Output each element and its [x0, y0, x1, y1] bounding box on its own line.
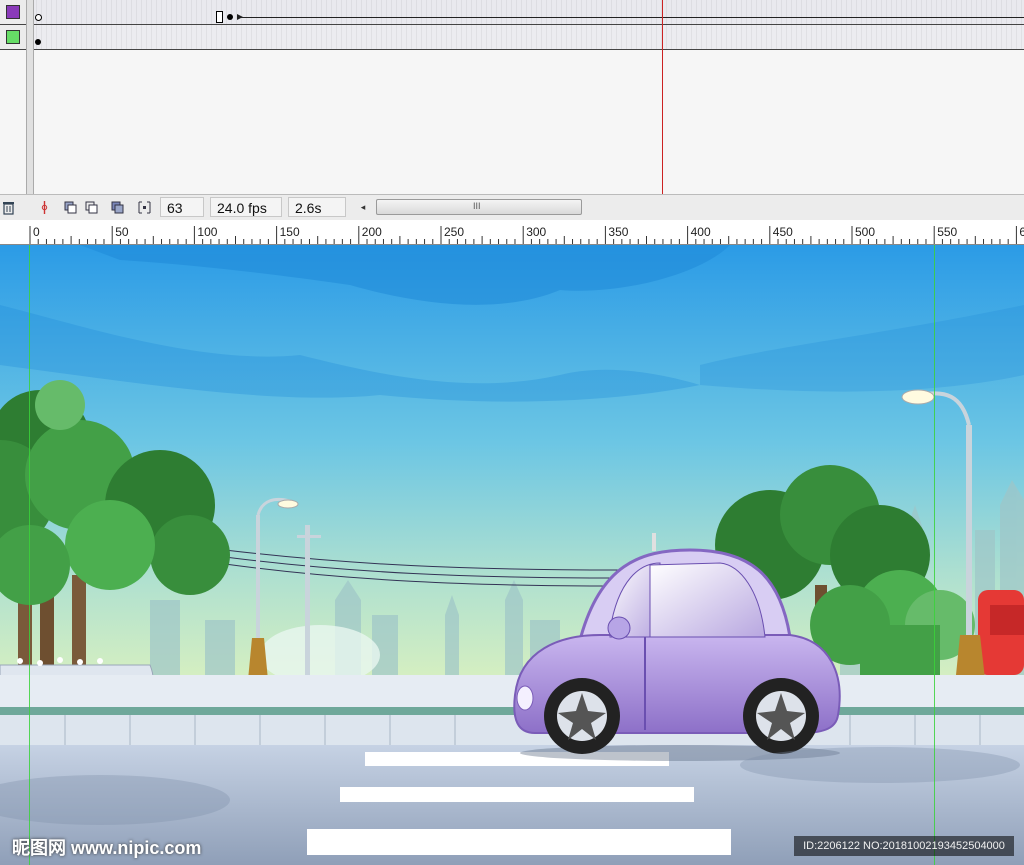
playhead[interactable]	[662, 0, 663, 194]
ruler-label: 300	[526, 225, 546, 239]
scrollbar-grip-icon: III	[473, 201, 481, 211]
horizontal-ruler: 0 50 100 150 200 250 300 350 400 450 500 550 6	[0, 220, 1024, 245]
sidewalk	[0, 675, 1024, 710]
ruler-label: 350	[608, 225, 628, 239]
watermark-right: ID:2206122 NO:20181002193452504000	[794, 836, 1014, 856]
tween-line	[238, 17, 1024, 18]
scrollbar-thumb[interactable]: III	[376, 199, 582, 215]
watermark-left: 昵图网 www.nipic.com	[12, 838, 202, 858]
timeline-horizontal-scrollbar[interactable]: ◂ III	[356, 198, 1024, 216]
keyframe-icon[interactable]	[35, 39, 41, 45]
scroll-left-arrow-icon[interactable]: ◂	[356, 198, 370, 216]
ruler-label: 6	[1019, 225, 1024, 239]
ruler-label: 550	[937, 225, 957, 239]
onion-skin-outlines-icon[interactable]	[84, 200, 99, 215]
ruler-label: 200	[362, 225, 382, 239]
ruler-label: 150	[280, 225, 300, 239]
elapsed-time-display: 2.6s	[288, 197, 346, 217]
ruler-label: 100	[197, 225, 217, 239]
layer-color-swatch[interactable]	[0, 0, 27, 24]
keyframe-icon[interactable]	[227, 14, 233, 20]
empty-keyframe-icon[interactable]	[35, 14, 42, 21]
ruler-label: 0	[33, 225, 40, 239]
layer-color-swatch[interactable]	[0, 25, 27, 49]
end-frame-icon[interactable]	[216, 11, 223, 23]
timeline-status-bar: 63 24.0 fps 2.6s ◂ III	[0, 194, 1024, 221]
layer-1-frames[interactable]	[32, 0, 1024, 24]
curb	[0, 715, 1024, 745]
stage-canvas[interactable]	[0, 245, 1024, 865]
ruler-label: 450	[773, 225, 793, 239]
stage-guide-left[interactable]	[29, 245, 30, 865]
current-frame-display: 63	[160, 197, 204, 217]
frame-rate-display[interactable]: 24.0 fps	[210, 197, 282, 217]
ruler-ticks: 0 50 100 150 200 250 300 350 400 450 500 550 6	[29, 225, 1024, 244]
layer-row-1[interactable]	[0, 0, 1024, 25]
ruler-label: 50	[115, 225, 129, 239]
onion-skin-icon[interactable]	[63, 200, 78, 215]
layer-row-2[interactable]	[0, 25, 1024, 50]
panel-divider[interactable]	[26, 0, 34, 220]
ruler-label: 400	[691, 225, 711, 239]
ruler-label: 250	[444, 225, 464, 239]
layer-2-frames[interactable]	[32, 25, 1024, 49]
utility-pole	[305, 525, 310, 675]
timeline-panel	[0, 0, 1024, 194]
delete-layer-icon[interactable]	[1, 200, 16, 215]
edit-multiple-frames-icon[interactable]	[110, 200, 125, 215]
stage-guide-right[interactable]	[934, 245, 935, 865]
center-frame-icon[interactable]	[37, 200, 52, 215]
modify-onion-markers-icon[interactable]	[137, 200, 152, 215]
street-scene-illustration	[0, 245, 1024, 865]
ruler-label: 500	[855, 225, 875, 239]
